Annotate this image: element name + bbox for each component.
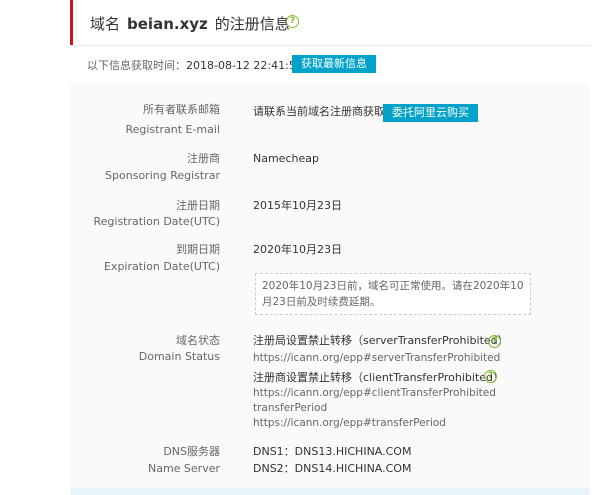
fetch-label: 以下信息获取时间： bbox=[87, 59, 186, 72]
email-value: 请联系当前域名注册商获取 bbox=[253, 105, 385, 118]
status-item-link[interactable]: https://icann.org/epp#serverTransferProh… bbox=[253, 351, 500, 366]
title-suffix: 的注册信息 bbox=[214, 15, 290, 33]
status-extra-text: transferPeriod bbox=[253, 402, 328, 414]
email-label-cn: 所有者联系邮箱 bbox=[143, 103, 220, 116]
page-title: 域名 beian.xyz 的注册信息 bbox=[90, 13, 290, 34]
dns-server-2: DNS2：DNS14.HICHINA.COM bbox=[253, 462, 412, 475]
expiration-notice: 2020年10月23日前，域名可正常使用。请在2020年10月23日前及时续费延… bbox=[255, 273, 531, 315]
aliyun-buy-button[interactable]: 委托阿里云购买 bbox=[383, 104, 478, 122]
title-domain: beian.xyz bbox=[127, 15, 208, 33]
reg-date-value: 2015年10月23日 bbox=[253, 199, 342, 212]
question-circle-icon[interactable]: ? bbox=[484, 370, 497, 383]
status-item-link[interactable]: https://icann.org/epp#clientTransferProh… bbox=[253, 386, 496, 401]
reg-date-label-en: Registration Date(UTC) bbox=[93, 215, 220, 228]
question-circle-icon[interactable]: ? bbox=[286, 15, 299, 28]
status-item-text: 注册商设置禁止转移（clientTransferProhibited） bbox=[253, 371, 505, 384]
dns-label-cn: DNS服务器 bbox=[163, 445, 220, 458]
status-extra-link[interactable]: https://icann.org/epp#transferPeriod bbox=[253, 416, 446, 431]
title-prefix: 域名 bbox=[90, 15, 121, 33]
fetch-info-bar: 以下信息获取时间：2018-08-12 22:41:57 获取最新信息 bbox=[70, 45, 590, 84]
whois-details: 所有者联系邮箱 Registrant E-mail 请联系当前域名注册商获取 委… bbox=[70, 83, 590, 488]
fetch-time: 2018-08-12 22:41:57 bbox=[186, 59, 303, 72]
fetch-time-text: 以下信息获取时间：2018-08-12 22:41:57 bbox=[87, 57, 303, 73]
exp-date-label-en: Expiration Date(UTC) bbox=[103, 260, 220, 273]
exp-date-value: 2020年10月23日 bbox=[253, 243, 342, 256]
whois-page: 域名 beian.xyz 的注册信息 ? 以下信息获取时间：2018-08-12 2… bbox=[0, 0, 600, 495]
dns-label-en: Name Server bbox=[147, 462, 220, 475]
bottom-strip bbox=[70, 488, 590, 495]
dns-server-1: DNS1：DNS13.HICHINA.COM bbox=[253, 445, 412, 458]
title-bar: 域名 beian.xyz 的注册信息 ? bbox=[70, 0, 590, 45]
email-label-en: Registrant E-mail bbox=[125, 123, 220, 136]
status-item-text: 注册局设置禁止转移（serverTransferProhibited） bbox=[253, 334, 509, 347]
status-label-en: Domain Status bbox=[138, 350, 220, 363]
question-circle-icon[interactable]: ? bbox=[488, 335, 501, 348]
registrar-value: Namecheap bbox=[253, 152, 319, 165]
registrar-label-en: Sponsoring Registrar bbox=[105, 169, 220, 182]
exp-date-label-cn: 到期日期 bbox=[176, 243, 220, 256]
refresh-info-button[interactable]: 获取最新信息 bbox=[292, 55, 376, 73]
registrar-label-cn: 注册商 bbox=[187, 152, 220, 165]
